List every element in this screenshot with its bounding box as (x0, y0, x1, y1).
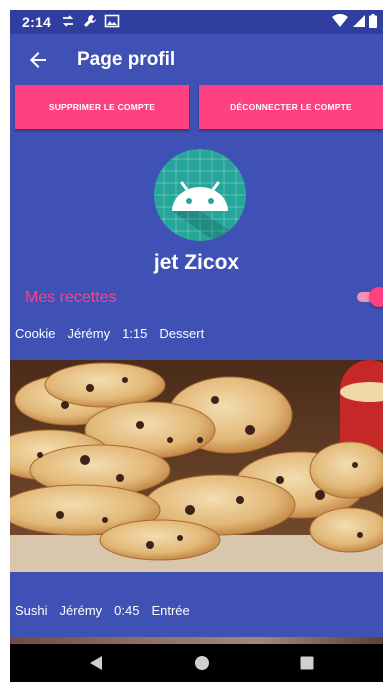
recipe-duration: 1:15 (122, 325, 148, 341)
recipe-author: Jérémy (59, 602, 103, 618)
recipe-row[interactable]: Cookie Jérémy 1:15 Dessert (10, 313, 383, 353)
recipe-category: Entrée (151, 602, 190, 618)
status-icons-right (332, 14, 377, 28)
logout-button[interactable]: DÉCONNECTER LE COMPTE (199, 85, 383, 129)
status-icons-left (60, 13, 120, 29)
nav-home-icon[interactable] (194, 655, 210, 671)
status-bar: 2:14 (10, 10, 383, 34)
recipe-image-cookies[interactable] (10, 360, 383, 572)
navigation-bar (10, 644, 383, 682)
delete-account-button[interactable]: SUPPRIMER LE COMPTE (15, 85, 189, 129)
data-sync-icon (62, 15, 74, 27)
android-icon (154, 149, 246, 241)
toggle-thumb (369, 287, 383, 307)
recipes-toggle[interactable] (357, 287, 383, 307)
battery-icon (369, 14, 377, 28)
recipe-author: Jérémy (67, 325, 111, 341)
signal-icon (353, 15, 365, 27)
page-title: Page profil (77, 49, 176, 70)
recipe-name: Cookie (15, 325, 56, 341)
recipe-category: Dessert (159, 325, 205, 341)
my-recipes-title: Mes recettes (25, 289, 117, 306)
recipe-name: Sushi (15, 602, 48, 618)
wrench-icon (84, 15, 96, 27)
profile-username: jet Zicox (153, 251, 240, 274)
phone-screen: 2:14 Page profil SUPPRIMER LE COMPTE DÉC… (10, 10, 383, 682)
nav-recents-icon[interactable] (299, 655, 315, 671)
recipe-row[interactable]: Sushi Jérémy 0:45 Entrée (10, 590, 383, 630)
arrow-back-icon[interactable] (26, 48, 50, 72)
app-bar: Page profil (10, 34, 383, 86)
gallery-icon (104, 14, 120, 28)
wifi-icon (332, 14, 348, 27)
nav-back-icon[interactable] (88, 655, 104, 671)
status-time: 2:14 (22, 14, 52, 30)
recipe-duration: 0:45 (114, 602, 140, 618)
